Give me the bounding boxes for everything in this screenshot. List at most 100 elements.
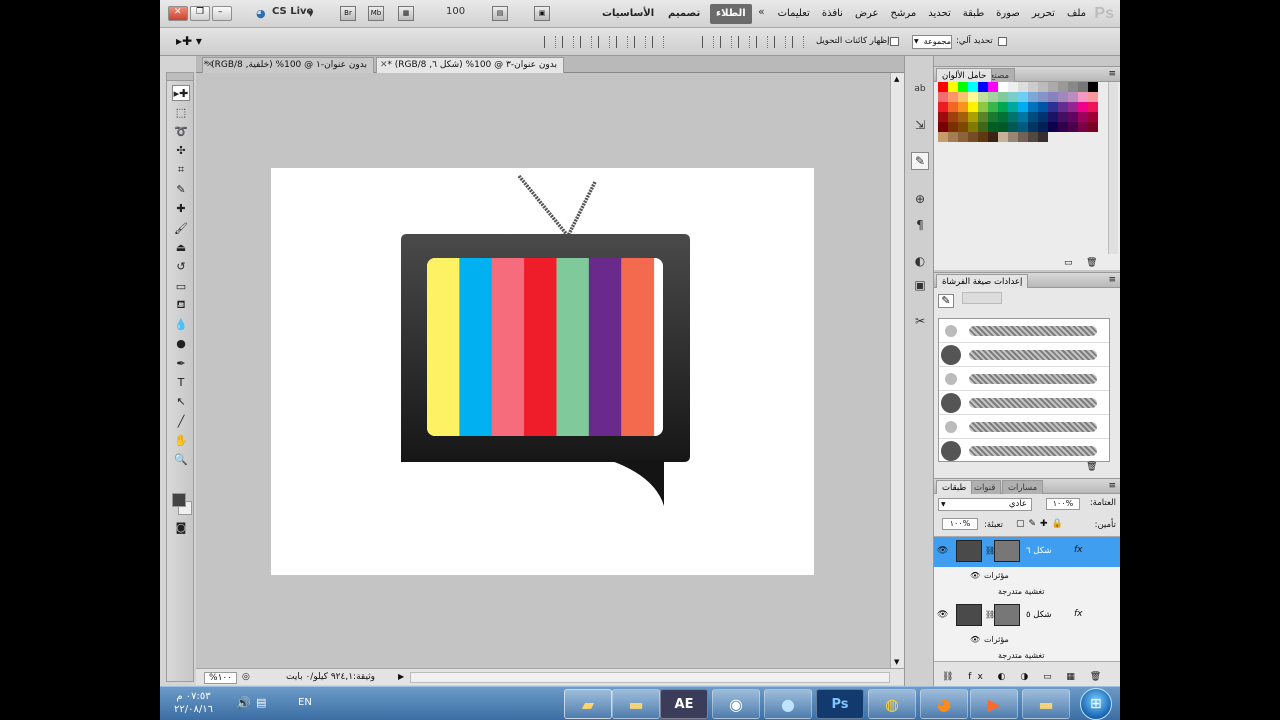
color-swatch[interactable] xyxy=(988,132,998,142)
menu-image[interactable]: صورة xyxy=(996,8,1020,19)
color-swatch[interactable] xyxy=(1058,112,1068,122)
color-swatch[interactable] xyxy=(938,82,948,92)
taskbar-explorer[interactable]: ▬ xyxy=(1022,689,1070,719)
menu-file[interactable]: ملف xyxy=(1067,8,1086,19)
screen-mode-icon[interactable]: ▣ xyxy=(534,6,550,21)
zoom-icon[interactable]: 🔍 xyxy=(172,452,190,468)
color-swatch[interactable] xyxy=(988,122,998,132)
color-swatch[interactable] xyxy=(958,132,968,142)
color-swatch[interactable] xyxy=(978,82,988,92)
trash-icon[interactable]: 🗑 xyxy=(1086,258,1097,268)
color-swatch[interactable] xyxy=(948,112,958,122)
minimize-button[interactable]: – xyxy=(212,6,232,21)
layers-footer-icons[interactable]: ⛓ fx ◐ ◑ ▭ ▦ 🗑 xyxy=(942,672,1107,682)
new-swatch-icon[interactable]: ▭ xyxy=(1064,258,1073,268)
color-swatch[interactable] xyxy=(1018,132,1028,142)
clone-stamp-icon[interactable]: ⏏ xyxy=(172,239,190,255)
color-swatch[interactable] xyxy=(1018,122,1028,132)
color-swatch[interactable] xyxy=(958,102,968,112)
color-swatch[interactable] xyxy=(1078,122,1088,132)
color-swatch[interactable] xyxy=(1088,82,1098,92)
quick-select-icon[interactable]: ✣ xyxy=(172,143,190,159)
arrange-documents-icon[interactable]: ▤ xyxy=(492,6,508,21)
start-button[interactable]: ⊞ xyxy=(1080,688,1112,720)
menu-help[interactable]: تعليمات xyxy=(778,8,810,19)
color-swatch[interactable] xyxy=(958,112,968,122)
color-swatch[interactable] xyxy=(1038,92,1048,102)
brush-settings-icon[interactable]: ✎ xyxy=(938,294,954,308)
color-swatch[interactable] xyxy=(948,122,958,132)
color-swatch[interactable] xyxy=(1038,82,1048,92)
eraser-icon[interactable]: ▭ xyxy=(172,278,190,294)
close-icon[interactable]: ✕ xyxy=(380,58,388,73)
color-swatch[interactable] xyxy=(938,132,948,142)
auto-select-checkbox[interactable] xyxy=(998,37,1007,46)
opacity-value[interactable]: ١٠٠% xyxy=(1046,498,1080,510)
zoom-level[interactable]: 100 xyxy=(446,6,465,17)
color-swatch[interactable] xyxy=(978,122,988,132)
blur-icon[interactable]: 💧 xyxy=(172,317,190,333)
brush-preset[interactable] xyxy=(939,415,1109,439)
mini-bridge-icon[interactable]: Mb xyxy=(368,6,384,21)
view-extras-icon[interactable]: ▦ xyxy=(398,6,414,21)
color-swatch[interactable] xyxy=(938,112,948,122)
canvas-area[interactable] xyxy=(196,73,890,668)
chevron-down-icon[interactable]: ▼ xyxy=(894,658,899,666)
color-swatch[interactable] xyxy=(968,112,978,122)
color-swatch[interactable] xyxy=(938,102,948,112)
taskbar-firefox[interactable]: ◕ xyxy=(920,689,968,719)
color-swatch[interactable] xyxy=(1088,112,1098,122)
eye-icon[interactable]: 👁 xyxy=(970,635,980,644)
menu-select[interactable]: تحديد xyxy=(928,8,951,19)
color-swatch[interactable] xyxy=(1018,112,1028,122)
taskbar-after-effects[interactable]: AE xyxy=(660,689,708,719)
color-swatch[interactable] xyxy=(1048,112,1058,122)
panel-menu-icon[interactable]: ≡ xyxy=(1108,275,1116,285)
color-swatch[interactable] xyxy=(1008,82,1018,92)
color-swatch[interactable] xyxy=(1048,92,1058,102)
color-swatch[interactable] xyxy=(998,92,1008,102)
layer-main[interactable]: 👁 ⛓ شكل ٥ fx xyxy=(934,601,1120,631)
lock-icons[interactable]: ▢✎✚🔒 xyxy=(1016,519,1067,529)
color-swatch[interactable] xyxy=(988,92,998,102)
color-swatch[interactable] xyxy=(998,102,1008,112)
color-swatch[interactable] xyxy=(1008,112,1018,122)
healing-icon[interactable]: ✚ xyxy=(172,201,190,217)
color-swatch[interactable] xyxy=(998,82,1008,92)
color-swatch[interactable] xyxy=(1078,92,1088,102)
pen-icon[interactable]: ✒ xyxy=(172,355,190,371)
color-swatch[interactable] xyxy=(1038,102,1048,112)
close-icon[interactable]: ✕ xyxy=(206,58,214,73)
clone-source-icon[interactable]: ⊕ xyxy=(911,190,929,208)
color-swatch[interactable] xyxy=(978,92,988,102)
layer-row[interactable]: 👁 ⛓ شكل ٥ fx 👁 مؤثرات تغشية متدرجة xyxy=(934,601,1120,665)
color-swatch[interactable] xyxy=(958,92,968,102)
color-swatch[interactable] xyxy=(938,92,948,102)
color-swatch[interactable] xyxy=(1038,112,1048,122)
workspace-more-icon[interactable]: « xyxy=(758,5,765,18)
status-zoom[interactable]: ١٠٠% xyxy=(204,672,238,684)
color-swatch[interactable] xyxy=(938,122,948,132)
taskbar-media[interactable]: ◉ xyxy=(712,689,760,719)
color-swatch[interactable] xyxy=(1058,92,1068,102)
masks-icon[interactable]: ▣ xyxy=(911,276,929,294)
type-icon[interactable]: T xyxy=(172,375,190,391)
menu-layer[interactable]: طبقة xyxy=(963,8,984,19)
brush-size-slider[interactable] xyxy=(962,292,1002,304)
menu-window[interactable]: نافذة xyxy=(822,8,843,19)
taskbar-photoshop[interactable]: Ps xyxy=(816,689,864,719)
crop-icon[interactable]: ⌗ xyxy=(172,162,190,178)
color-swatch[interactable] xyxy=(978,132,988,142)
brush-preset[interactable] xyxy=(939,343,1109,367)
color-swatch[interactable] xyxy=(978,112,988,122)
taskbar-video[interactable]: ▶ xyxy=(970,689,1018,719)
color-swatch[interactable] xyxy=(1078,112,1088,122)
color-swatch[interactable] xyxy=(968,102,978,112)
tab-document-2[interactable]: ✕ بدون عنوان-١ @ 100% (خلفية, RGB/8) * xyxy=(202,57,374,73)
fx-icon[interactable]: fx xyxy=(1074,609,1083,619)
brush-preset[interactable] xyxy=(939,367,1109,391)
dodge-icon[interactable]: ● xyxy=(172,336,190,352)
tab-layers[interactable]: طبقات xyxy=(936,480,973,495)
eyedropper-icon[interactable]: ✎ xyxy=(172,182,190,198)
hand-icon[interactable]: ✋ xyxy=(172,432,190,448)
